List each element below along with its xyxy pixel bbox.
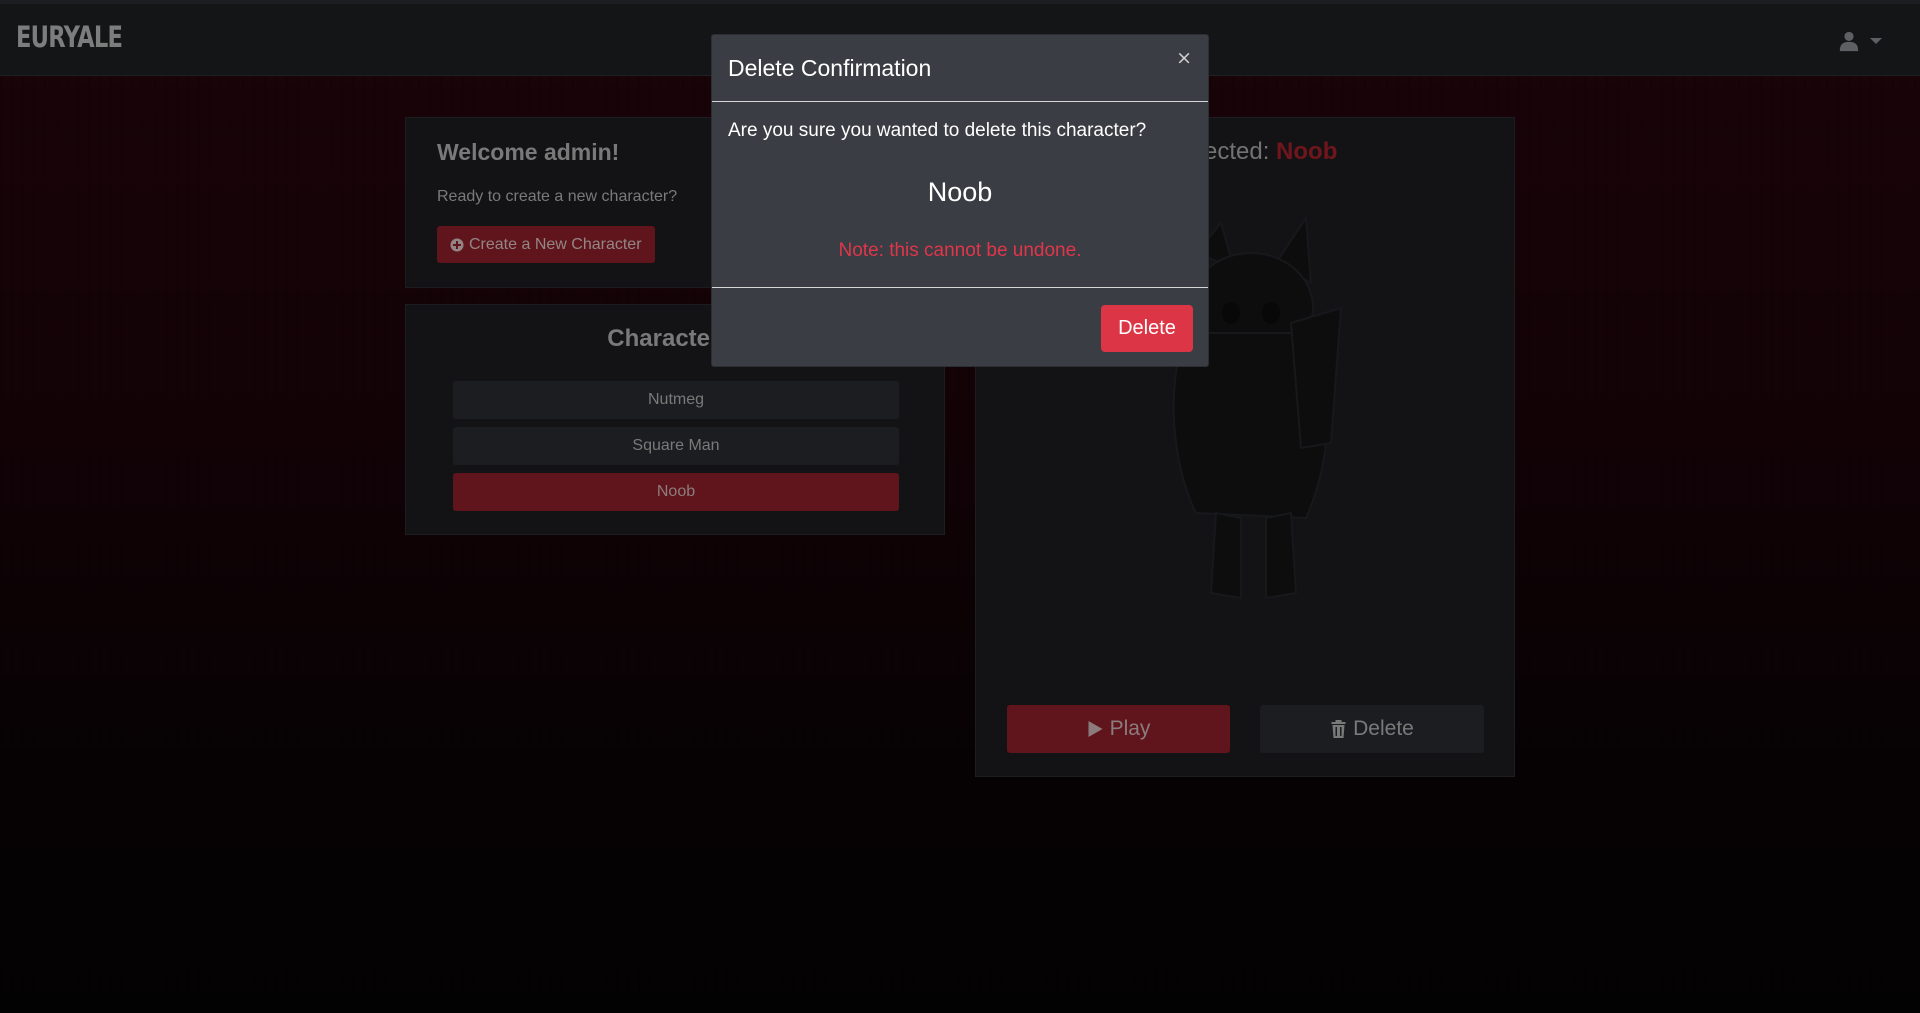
confirm-delete-button[interactable]: Delete <box>1101 305 1193 352</box>
delete-character-button[interactable]: Delete <box>1260 705 1484 753</box>
selected-character-name: Noob <box>1276 138 1338 165</box>
delete-label: Delete <box>1353 717 1414 740</box>
modal-warning-note: Note: this cannot be undone. <box>838 240 1082 261</box>
trash-icon <box>1331 720 1346 738</box>
create-character-button[interactable]: Create a New Character <box>437 226 655 263</box>
character-list: Nutmeg Square Man Noob <box>453 381 899 519</box>
welcome-subtitle: Ready to create a new character? <box>437 188 678 205</box>
modal-character-name: Noob <box>927 177 993 207</box>
character-item-nutmeg[interactable]: Nutmeg <box>453 381 899 419</box>
character-item-square-man[interactable]: Square Man <box>453 427 899 465</box>
welcome-title: Welcome admin! <box>437 139 620 165</box>
play-label: Play <box>1109 717 1151 740</box>
modal-footer: Delete <box>712 287 1208 367</box>
modal-title: Delete Confirmation <box>728 55 932 81</box>
delete-confirmation-modal: Delete Confirmation × Are you sure you w… <box>711 34 1209 367</box>
character-item-noob[interactable]: Noob <box>453 473 899 511</box>
modal-header: Delete Confirmation × <box>712 35 1208 102</box>
close-icon[interactable]: × <box>1176 49 1192 68</box>
plus-circle-icon <box>450 238 464 251</box>
modal-question: Are you sure you wanted to delete this c… <box>728 120 1147 141</box>
create-character-label: Create a New Character <box>469 235 642 253</box>
play-button[interactable]: Play <box>1007 705 1230 753</box>
play-icon <box>1088 721 1103 737</box>
